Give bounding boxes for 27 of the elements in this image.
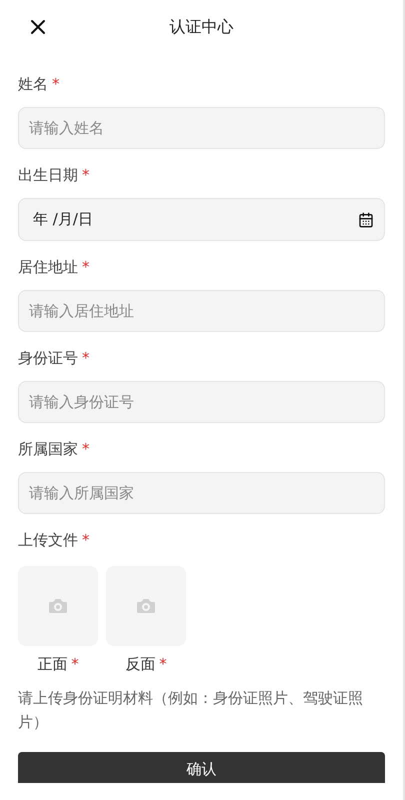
calendar-icon[interactable] [358, 212, 374, 228]
input-field[interactable]: 请输入所属国家 [18, 472, 385, 514]
field-label: 居住地址 [18, 257, 78, 277]
date-field[interactable]: 年 /月/日 [18, 198, 385, 241]
upload-caption: 正面 [37, 654, 68, 674]
upload-tile[interactable] [106, 566, 186, 646]
input-field[interactable]: 请输入姓名 [18, 107, 385, 149]
required-mark: * [82, 348, 90, 368]
upload-caption: 反面 [125, 654, 156, 674]
input-field[interactable]: 请输入居住地址 [18, 290, 385, 332]
confirm-button[interactable]: 确认 [18, 752, 385, 783]
field-label: 上传文件 [18, 530, 78, 550]
required-mark: * [82, 439, 90, 459]
field-label: 出生日期 [18, 165, 78, 185]
upload-hint: 请上传身份证明材料（例如：身份证照片、驾驶证照片） [18, 688, 364, 733]
upload-tile[interactable] [18, 566, 98, 646]
required-mark: * [82, 257, 90, 277]
required-mark: * [82, 165, 90, 185]
field-label: 所属国家 [18, 439, 78, 459]
input-field[interactable]: 请输入身份证号 [18, 381, 385, 423]
required-mark: * [52, 74, 60, 94]
required-mark: * [159, 654, 167, 674]
required-mark: * [71, 654, 79, 674]
field-label: 身份证号 [18, 348, 78, 368]
page-title: 认证中心 [170, 16, 234, 38]
required-mark: * [82, 530, 90, 550]
field-label: 姓名 [18, 74, 48, 94]
